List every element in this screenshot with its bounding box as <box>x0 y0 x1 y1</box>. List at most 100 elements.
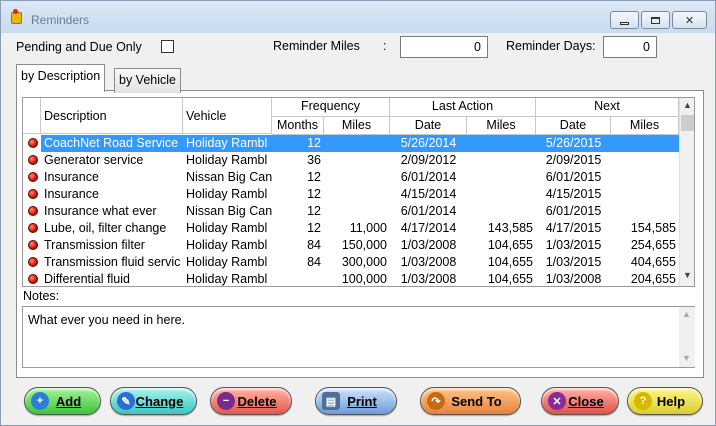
cell-freq-miles <box>324 186 390 203</box>
cell-freq-miles <box>324 135 390 152</box>
scroll-down-icon[interactable]: ▼ <box>683 270 692 280</box>
cell-next-date: 6/01/2015 <box>545 170 602 184</box>
cell-months: 12 <box>307 221 321 235</box>
cell-last-miles <box>467 186 536 203</box>
status-dot-icon <box>28 223 38 233</box>
send-icon: ↷ <box>427 392 445 410</box>
cell-last-miles: 104,655 <box>487 238 533 252</box>
group-header-frequency: Frequency <box>272 98 390 117</box>
minimize-button[interactable] <box>610 11 639 29</box>
row-indicator <box>23 152 41 169</box>
notes-scroll-up-icon[interactable]: ▲ <box>682 309 691 319</box>
cell-last-miles: 104,655 <box>487 272 533 286</box>
column-header-vehicle[interactable]: Vehicle <box>183 98 272 134</box>
change-button[interactable]: ✎ Change <box>110 387 197 415</box>
close-circle-icon: ✕ <box>548 392 566 410</box>
scroll-up-icon[interactable]: ▲ <box>683 100 692 110</box>
indicator-header <box>23 98 41 134</box>
title-bar: Reminders ✕ <box>1 1 715 33</box>
reminder-miles-input[interactable]: 0 <box>400 36 488 58</box>
notes-scrollbar[interactable]: ▲ ▼ <box>679 307 695 367</box>
column-header-next-miles[interactable]: Miles <box>611 117 679 135</box>
status-dot-icon <box>28 206 38 216</box>
cell-description: Transmission filter <box>44 238 145 252</box>
grid-scrollbar[interactable]: ▲ ▼ <box>679 98 694 286</box>
cell-last-miles: 143,585 <box>487 221 533 235</box>
cell-months: 12 <box>307 204 321 218</box>
cell-next-miles: 404,655 <box>630 255 676 269</box>
status-dot-icon <box>28 189 38 199</box>
change-icon: ✎ <box>117 392 135 410</box>
cell-next-miles <box>611 152 679 169</box>
cell-description: CoachNet Road Service <box>41 135 183 152</box>
column-header-last-miles[interactable]: Miles <box>467 117 536 135</box>
table-row[interactable]: Insurance Nissan Big Can 12 6/01/2014 6/01/2… <box>23 169 679 186</box>
add-button[interactable]: + Add <box>24 387 101 415</box>
cell-next-miles: 254,655 <box>630 238 676 252</box>
maximize-button[interactable] <box>641 11 670 29</box>
cell-last-date: 5/26/2014 <box>390 135 467 152</box>
cell-months: 12 <box>307 187 321 201</box>
cell-next-date: 2/09/2015 <box>545 153 602 167</box>
group-header-next: Next <box>536 98 679 117</box>
delete-icon: − <box>217 392 235 410</box>
table-row[interactable]: Differential fluid Holiday Rambl 100,000 1/… <box>23 271 679 286</box>
cell-next-date: 4/17/2015 <box>545 221 602 235</box>
notes-textarea[interactable]: What ever you need in here. ▲ ▼ <box>22 306 695 368</box>
change-button-label: Change <box>135 393 184 409</box>
close-button-label: Close <box>568 393 604 409</box>
cell-description: Transmission fluid servic <box>44 255 181 269</box>
cell-last-date: 6/01/2014 <box>400 170 457 184</box>
cell-last-date: 1/03/2008 <box>400 238 457 252</box>
status-dot-icon <box>28 138 38 148</box>
table-row[interactable]: Generator service Holiday Rambl 36 2/09/201… <box>23 152 679 169</box>
minimize-icon <box>620 21 629 25</box>
notes-scroll-down-icon[interactable]: ▼ <box>682 353 691 363</box>
table-row[interactable]: Transmission filter Holiday Rambl 84 150,00… <box>23 237 679 254</box>
delete-button[interactable]: − Delete <box>210 387 292 415</box>
row-indicator <box>23 135 41 152</box>
cell-next-miles <box>611 186 679 203</box>
tab-by-vehicle[interactable]: by Vehicle <box>114 68 181 93</box>
cell-freq-miles <box>324 169 390 186</box>
reminder-days-input[interactable]: 0 <box>603 36 657 58</box>
cell-next-miles: 154,585 <box>630 221 676 235</box>
cell-next-date: 1/03/2008 <box>545 272 602 286</box>
cell-vehicle: Holiday Rambl <box>186 272 268 286</box>
column-header-freq-months[interactable]: Months <box>272 117 324 135</box>
close-button[interactable]: ✕ Close <box>541 387 619 415</box>
column-header-description[interactable]: Description <box>41 98 183 134</box>
status-dot-icon <box>28 274 38 284</box>
tab-by-description[interactable]: by Description <box>16 64 106 92</box>
pending-due-checkbox[interactable] <box>161 40 174 53</box>
cell-last-date: 4/17/2014 <box>400 221 457 235</box>
column-header-freq-miles[interactable]: Miles <box>324 117 390 135</box>
reminders-grid: Description Vehicle Frequency Last Actio… <box>22 97 695 287</box>
add-button-label: Add <box>55 393 82 409</box>
printer-icon: ▤ <box>322 392 340 410</box>
print-button[interactable]: ▤ Print <box>315 387 397 415</box>
cell-next-date: 1/03/2015 <box>545 255 602 269</box>
cell-freq-miles: 100,000 <box>341 272 387 286</box>
app-icon <box>11 9 22 24</box>
table-row[interactable]: Transmission fluid servic Holiday Rambl 84… <box>23 254 679 271</box>
row-indicator <box>23 220 41 237</box>
help-button[interactable]: ? Help <box>627 387 703 415</box>
cell-months <box>272 271 324 286</box>
cell-description: Insurance <box>44 170 99 184</box>
table-row[interactable]: Insurance Holiday Rambl 12 4/15/2014 4/15/20… <box>23 186 679 203</box>
status-dot-icon <box>28 172 38 182</box>
table-row[interactable]: Insurance what ever Nissan Big Can 12 6/01/… <box>23 203 679 220</box>
cell-months: 84 <box>307 255 321 269</box>
send-to-button[interactable]: ↷ Send To <box>420 387 521 415</box>
row-indicator <box>23 254 41 271</box>
table-row[interactable]: Lube, oil, filter change Holiday Rambl 12 1… <box>23 220 679 237</box>
column-header-last-date[interactable]: Date <box>390 117 467 135</box>
table-row[interactable]: CoachNet Road Service Holiday Rambl 12 5/26… <box>23 135 679 152</box>
cell-freq-miles: 150,000 <box>341 238 387 252</box>
cell-last-miles <box>467 169 536 186</box>
column-header-next-date[interactable]: Date <box>536 117 611 135</box>
close-window-button[interactable]: ✕ <box>672 11 707 29</box>
cell-vehicle: Holiday Rambl <box>186 187 268 201</box>
scroll-thumb[interactable] <box>681 115 694 131</box>
